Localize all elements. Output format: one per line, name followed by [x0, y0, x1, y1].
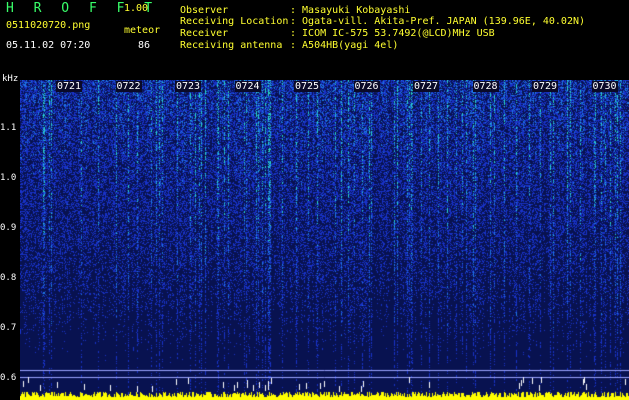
info-location-key: Receiving Location: [180, 16, 289, 27]
time-label: 0725: [294, 81, 321, 92]
info-observer-key: Observer: [180, 5, 229, 16]
file-name: 0511020720.png: [6, 20, 91, 31]
info-location-value: : Ogata-vill. Akita-Pref. JAPAN (139.96E…: [290, 16, 586, 27]
time-label: 0728: [472, 81, 499, 92]
time-label: 0722: [115, 81, 142, 92]
count-value: 86: [138, 40, 151, 51]
y-tick-label: 1.1: [0, 123, 17, 133]
app-version: 1.00: [124, 3, 149, 14]
info-receiver-value: : ICOM IC-575 53.7492(@LCD)MHz USB: [290, 28, 495, 39]
y-tick-label: 0.7: [0, 323, 17, 333]
time-label: 0727: [413, 81, 440, 92]
time-label: 0729: [532, 81, 559, 92]
y-tick-label: 0.8: [0, 273, 17, 283]
spectrogram: [20, 80, 629, 400]
time-label: 0723: [175, 81, 202, 92]
info-antenna-key: Receiving antenna: [180, 40, 283, 51]
info-antenna-value: : A504HB(yagi 4el): [290, 40, 399, 51]
date-time: 05.11.02 07:20: [6, 40, 91, 51]
time-label: 0721: [56, 81, 83, 92]
time-label: 0730: [591, 81, 618, 92]
y-tick-label: 0.6: [0, 373, 17, 383]
time-label: 0724: [234, 81, 261, 92]
time-label: 0726: [353, 81, 380, 92]
y-tick-label: 1.0: [0, 173, 17, 183]
khz-unit-label: kHz: [2, 74, 19, 84]
mode-label: meteor: [124, 25, 161, 36]
info-observer-value: : Masayuki Kobayashi: [290, 5, 411, 16]
info-receiver-key: Receiver: [180, 28, 229, 39]
y-tick-label: 0.9: [0, 223, 17, 233]
